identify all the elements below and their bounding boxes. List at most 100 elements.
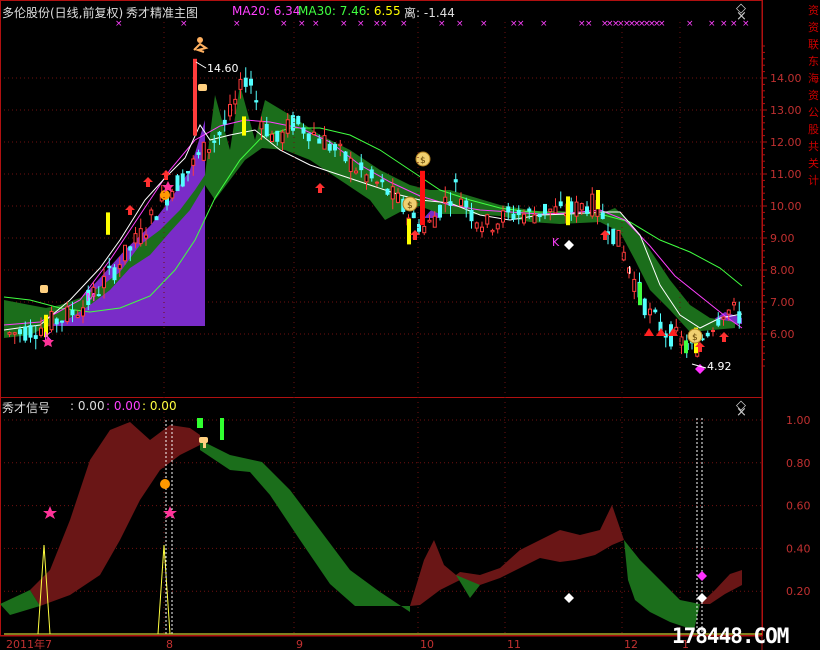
candle-body <box>532 214 537 224</box>
high-price-pointer <box>195 61 207 69</box>
candle-body <box>558 201 563 207</box>
candle-body <box>133 233 138 244</box>
candle-body <box>233 98 238 105</box>
candle-body <box>102 276 106 289</box>
candle-body <box>301 127 306 134</box>
ma30-value: MA30: 7.46 <box>298 4 367 18</box>
signal-band-red-3 <box>700 570 742 604</box>
candle-body <box>275 130 280 142</box>
candle-body <box>459 198 463 207</box>
candle-body <box>70 309 75 316</box>
candle-body <box>343 151 348 162</box>
candle-body <box>191 158 196 166</box>
sub-value-2: : 0.00 <box>106 399 141 413</box>
stock-name: 多伦股份(日线,前复权) <box>2 6 124 20</box>
candle-body <box>249 78 253 86</box>
date-axis-label: 11 <box>507 638 521 650</box>
candle-body <box>7 332 12 335</box>
side-strip-char: 计 <box>808 174 819 187</box>
candle-body <box>117 264 122 270</box>
candle-body <box>432 215 437 228</box>
signal-candle <box>242 116 246 136</box>
signal-axis-label: 0.60 <box>786 500 811 513</box>
m-label: M <box>86 291 96 304</box>
candle-body <box>60 320 64 323</box>
candle-body <box>480 226 484 233</box>
candle-body <box>501 210 505 223</box>
candle-body <box>737 311 742 324</box>
candle-body <box>222 119 227 125</box>
candle-body <box>228 104 232 117</box>
candle-body <box>285 119 290 134</box>
candle-body <box>427 219 432 223</box>
candle-body <box>128 246 133 251</box>
candle-body <box>522 213 526 224</box>
candle-body <box>390 186 395 200</box>
candle-body <box>543 203 547 215</box>
price-axis-label: 10.00 <box>770 200 802 213</box>
candle-body <box>569 201 574 213</box>
candle-body <box>490 229 495 233</box>
red-triangle-icon <box>644 328 654 336</box>
candle-body <box>65 306 70 322</box>
signal-spike-2 <box>157 544 171 635</box>
candle-body <box>144 234 148 239</box>
peak-candle <box>193 58 197 136</box>
info-side-strip[interactable]: 资资联东海资公股共关计 <box>808 0 820 398</box>
sub-indicator-name: 秀才信号 <box>2 401 51 415</box>
candle-body <box>238 78 243 90</box>
buy-arrow-icon <box>125 205 135 215</box>
signal-axis-label: 0.40 <box>786 542 811 555</box>
candle-body <box>254 100 259 103</box>
white-diamond-icon <box>564 240 574 250</box>
i-label: I <box>628 264 631 277</box>
candle-body <box>149 209 154 216</box>
candle-body <box>201 141 206 161</box>
candle-body <box>259 121 264 130</box>
candle-body <box>107 265 112 269</box>
price-axis-label: 9.00 <box>770 232 795 245</box>
candle-body <box>12 332 17 335</box>
candle-body <box>711 329 715 332</box>
candle-body <box>506 206 511 213</box>
candle-body <box>154 216 159 221</box>
candle-body <box>474 222 479 229</box>
candle-body <box>721 316 726 320</box>
candle-body <box>679 336 684 346</box>
candle-body <box>338 143 343 147</box>
signal-candle <box>566 196 570 226</box>
side-strip-char: 资 <box>808 89 819 102</box>
sub-value-1: : 0.00 <box>70 399 105 413</box>
runner-icon <box>197 37 203 43</box>
candle-body <box>464 200 469 208</box>
green-signal-block-2 <box>220 418 224 440</box>
sub-close-button[interactable]: × <box>736 406 747 419</box>
candle-body <box>138 228 143 245</box>
candle-body <box>322 135 327 150</box>
candle-body <box>39 327 43 336</box>
signal-axis-label: 0.80 <box>786 457 811 470</box>
candle-body <box>585 206 589 214</box>
signal-candle <box>684 340 688 354</box>
high-price-label: 14.60 <box>207 62 239 75</box>
side-strip-char: 海 <box>808 72 819 85</box>
hand-pointer-icon <box>198 84 207 91</box>
date-axis-label: 10 <box>420 638 434 650</box>
red-signal-candle <box>420 170 425 226</box>
date-axis-label: 8 <box>166 638 173 650</box>
candle-body <box>422 225 427 234</box>
candle-body <box>96 294 101 297</box>
signal-candle <box>596 190 600 210</box>
main-chart[interactable]: 14.00 13.00 12.00 11.00 10.00 9.00 8.00 7.00 6.0… <box>0 0 820 650</box>
close-button[interactable]: × <box>736 10 747 23</box>
candle-body <box>28 325 33 338</box>
signal-candle <box>106 212 110 235</box>
hand-pointer-icon <box>40 285 48 293</box>
candle-body <box>653 309 658 313</box>
candle-body <box>385 188 390 195</box>
sub-value-3: : 0.00 <box>142 399 177 413</box>
k-label-left: K <box>44 330 52 343</box>
price-axis-label: 6.00 <box>770 328 795 341</box>
date-axis-label: 2011年7 <box>6 637 52 650</box>
candle-body <box>511 213 516 220</box>
